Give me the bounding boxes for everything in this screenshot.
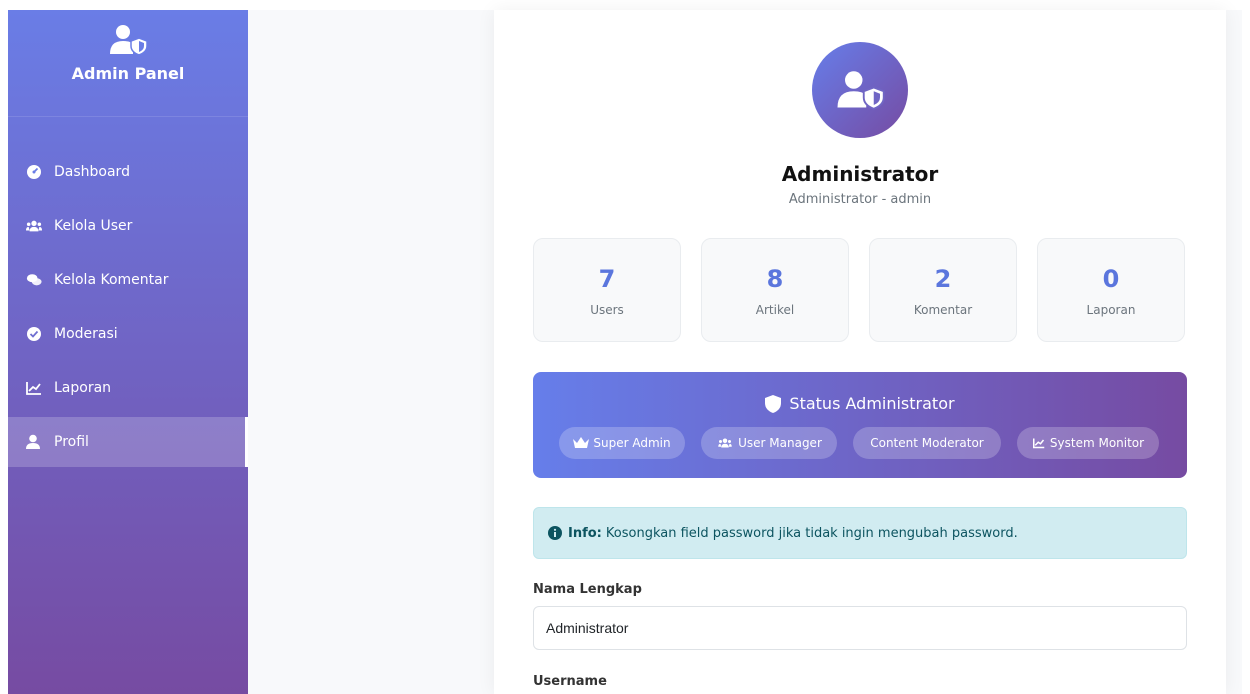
stat-value: 0 — [1102, 265, 1120, 293]
sidebar-nav: Dashboard Kelola User Kelola Komentar Mo… — [8, 147, 248, 467]
stat-card-users: 7 Users — [533, 238, 681, 342]
crown-icon — [573, 437, 590, 448]
badge-system-monitor: System Monitor — [1017, 427, 1159, 459]
stat-label: Users — [590, 303, 624, 317]
info-circle-icon — [548, 526, 562, 540]
stat-value: 2 — [934, 265, 952, 293]
sidebar-item-label: Profil — [54, 434, 89, 450]
chart-line-icon — [1032, 438, 1045, 449]
sidebar-item-label: Dashboard — [54, 164, 130, 180]
sidebar-brand: Admin Panel — [8, 10, 248, 117]
username-label: Username — [533, 674, 607, 689]
admin-status-panel: Status Administrator Super Admin User Ma… — [533, 372, 1187, 478]
stat-value: 8 — [766, 265, 784, 293]
badge-label: User Manager — [738, 436, 822, 450]
user-icon — [26, 434, 42, 450]
badge-super-admin: Super Admin — [559, 427, 685, 459]
profile-role: Administrator - admin — [788, 192, 932, 207]
sidebar-item-kelola-user[interactable]: Kelola User — [8, 201, 248, 251]
sidebar-item-laporan[interactable]: Laporan — [8, 363, 248, 413]
fullname-label: Nama Lengkap — [533, 582, 642, 597]
check-circle-icon — [26, 326, 42, 342]
sidebar: Admin Panel Dashboard Kelola User Kelola… — [8, 10, 248, 694]
info-label: Info: — [568, 525, 602, 541]
badge-label: Super Admin — [593, 436, 671, 450]
info-alert: Info: Kosongkan field password jika tida… — [533, 507, 1187, 559]
profile-card: Administrator Administrator - admin 7 Us… — [494, 10, 1226, 694]
status-title: Status Administrator — [533, 394, 1187, 413]
stat-card-komentar: 2 Komentar — [869, 238, 1017, 342]
stat-card-artikel: 8 Artikel — [701, 238, 849, 342]
users-icon — [718, 438, 732, 448]
badge-label: Content Moderator — [870, 436, 984, 450]
sidebar-item-kelola-komentar[interactable]: Kelola Komentar — [8, 255, 248, 305]
sidebar-item-label: Kelola Komentar — [54, 272, 169, 288]
stat-card-laporan: 0 Laporan — [1037, 238, 1185, 342]
chart-line-icon — [26, 380, 42, 396]
sidebar-item-dashboard[interactable]: Dashboard — [8, 147, 248, 197]
stat-label: Laporan — [1086, 303, 1136, 317]
status-title-text: Status Administrator — [789, 394, 955, 413]
user-shield-icon — [837, 71, 885, 110]
stat-label: Komentar — [913, 303, 973, 317]
fullname-input[interactable] — [533, 606, 1187, 650]
brand-title: Admin Panel — [71, 64, 185, 83]
user-shield-icon — [110, 25, 148, 56]
sidebar-item-label: Kelola User — [54, 218, 133, 234]
shield-icon — [765, 394, 782, 413]
stat-value: 7 — [598, 265, 616, 293]
sidebar-item-label: Laporan — [54, 380, 112, 396]
badge-user-manager: User Manager — [701, 427, 837, 459]
sidebar-item-label: Moderasi — [54, 326, 118, 342]
sidebar-item-moderasi[interactable]: Moderasi — [8, 309, 248, 359]
info-text: Kosongkan field password jika tidak ingi… — [605, 525, 1018, 541]
dashboard-icon — [26, 164, 42, 180]
profile-avatar — [812, 42, 908, 138]
badge-content-moderator: Content Moderator — [853, 427, 1001, 459]
profile-name: Administrator — [781, 162, 939, 186]
users-icon — [26, 218, 42, 234]
badge-label: System Monitor — [1049, 436, 1145, 450]
stat-label: Artikel — [755, 303, 795, 317]
comments-icon — [26, 272, 42, 288]
sidebar-item-profil[interactable]: Profil — [8, 417, 248, 467]
